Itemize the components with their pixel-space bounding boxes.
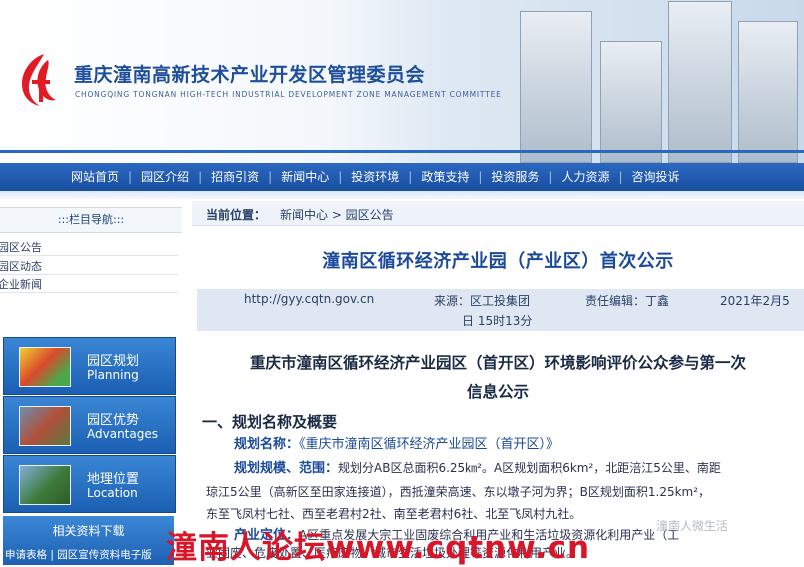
banner-planning-cn: 园区规划: [87, 354, 140, 369]
logo-icon: [22, 54, 56, 106]
download-links[interactable]: 申请表格 | 园区宣传资料电子版: [5, 547, 176, 562]
breadcrumb-prefix: 当前位置：: [206, 208, 267, 222]
sidebar-divider: [0, 292, 178, 293]
breadcrumb-path[interactable]: 新闻中心 > 园区公告: [280, 206, 394, 223]
download-title: 相关资料下载: [52, 524, 125, 538]
meta-date-line1: 2021年2月5: [720, 294, 790, 308]
main-content: 当前位置： 新闻中心 > 园区公告 潼南区循环经济产业园（产业区）首次公示 ht…: [192, 199, 804, 565]
article-heading-line1: 重庆市潼南区循环经济产业园区（首开区）环境影响评价公众参与第一次: [249, 354, 746, 372]
article-heading: 重庆市潼南区循环经济产业园区（首开区）环境影响评价公众参与第一次 信息公示: [198, 349, 798, 407]
nav-policy[interactable]: 政策支持: [412, 163, 478, 191]
banner-advantages[interactable]: 园区优势 Advantages: [3, 396, 176, 454]
download-box: 相关资料下载 申请表格 | 园区宣传资料电子版: [3, 516, 174, 565]
nav-shadow-bar: [0, 191, 804, 199]
header-photo-press-2: [600, 41, 662, 163]
banner-planning-en: Planning: [87, 368, 139, 382]
scale-line1: 规划规模、范围：规划分AB区总面积6.25㎞²。A区规划面积6km²，北距涪江5…: [234, 458, 721, 479]
breadcrumb: 当前位置： 新闻中心 > 园区公告: [192, 201, 804, 226]
location-photo-icon: [19, 465, 71, 505]
nav-park-intro[interactable]: 园区介绍: [132, 163, 198, 191]
header-stripe: [0, 150, 804, 153]
banner-location[interactable]: 地理位置 Location: [3, 455, 176, 513]
header-photo-press-1: [520, 11, 592, 163]
plan-name-label: 规划名称：: [234, 437, 300, 452]
scale-line2: 琼江5公里（高新区至田家连接道），西抵潼荣高速、东以墩子河为界；B区规划面积1.…: [206, 485, 711, 499]
site-header: 重庆潼南高新技术产业开发区管理委员会 CHONGQING TONGNAN HIG…: [0, 0, 804, 163]
banner-location-en: Location: [87, 486, 138, 500]
planning-map-icon: [19, 347, 71, 387]
sidebar-link-company-news[interactable]: 企业新闻: [0, 276, 42, 292]
meta-source: 来源：区工投集团: [434, 294, 531, 308]
nav-investment[interactable]: 招商引资: [202, 163, 268, 191]
scale-text-1: 规划分AB区总面积6.25㎞²。A区规划面积6km²，北距涪江5公里、南距: [338, 461, 721, 475]
site-title: 重庆潼南高新技术产业开发区管理委员会: [74, 64, 426, 86]
header-photo-press-3: [668, 1, 732, 163]
scale-label: 规划规模、范围：: [234, 461, 339, 476]
header-photo-press-4: [738, 21, 798, 163]
site-subtitle: CHONGQING TONGNAN HIGH-TECH INDUSTRIAL D…: [75, 90, 502, 99]
meta-editor: 责任编辑：丁鑫: [585, 294, 670, 308]
sidebar: :::栏目导航::: 园区公告 园区动态 企业新闻 园区规划 Planning …: [0, 199, 187, 565]
section-heading: 一、规划名称及概要: [202, 413, 338, 431]
banner-planning[interactable]: 园区规划 Planning: [3, 337, 176, 395]
sidebar-link-announcements[interactable]: 园区公告: [0, 239, 42, 255]
sidebar-link-dynamics[interactable]: 园区动态: [0, 258, 42, 274]
article-title: 潼南区循环经济产业园（产业区）首次公示: [322, 251, 674, 272]
nav-consult[interactable]: 咨询投诉: [623, 163, 689, 191]
sidebar-divider: [0, 255, 178, 256]
nav-news[interactable]: 新闻中心: [272, 163, 338, 191]
banner-advantages-en: Advantages: [87, 427, 158, 441]
nav-hr[interactable]: 人力资源: [552, 163, 618, 191]
banner-advantages-cn: 园区优势: [87, 413, 140, 428]
article-meta: http://gyy.cqtn.gov.cn 来源：区工投集团 责任编辑：丁鑫 …: [197, 289, 804, 331]
wechat-watermark: 潼南人微生活: [656, 519, 729, 533]
nav-environment[interactable]: 投资环境: [342, 163, 408, 191]
sidebar-divider: [0, 274, 178, 275]
nav-home[interactable]: 网站首页: [62, 163, 128, 191]
sidebar-nav-title: :::栏目导航:::: [0, 207, 182, 233]
nav-services[interactable]: 投资服务: [482, 163, 548, 191]
plan-name: 《重庆市潼南区循环经济产业园区（首开区）》: [299, 437, 560, 452]
meta-url[interactable]: http://gyy.cqtn.gov.cn: [244, 292, 374, 306]
forum-watermark: 潼南人论坛www.cqtnw.cn: [166, 530, 591, 566]
article-heading-line2: 信息公示: [466, 383, 529, 401]
banner-location-cn: 地理位置: [87, 472, 140, 487]
advantages-photo-icon: [19, 406, 71, 446]
meta-date-line2: 日 15时13分: [462, 314, 533, 328]
main-nav: 网站首页 | 园区介绍 | 招商引资 | 新闻中心 | 投资环境 | 政策支持 | 投资服务…: [0, 163, 804, 191]
plan-name-row: 规划名称：《重庆市潼南区循环经济产业园区（首开区）》: [234, 434, 559, 455]
